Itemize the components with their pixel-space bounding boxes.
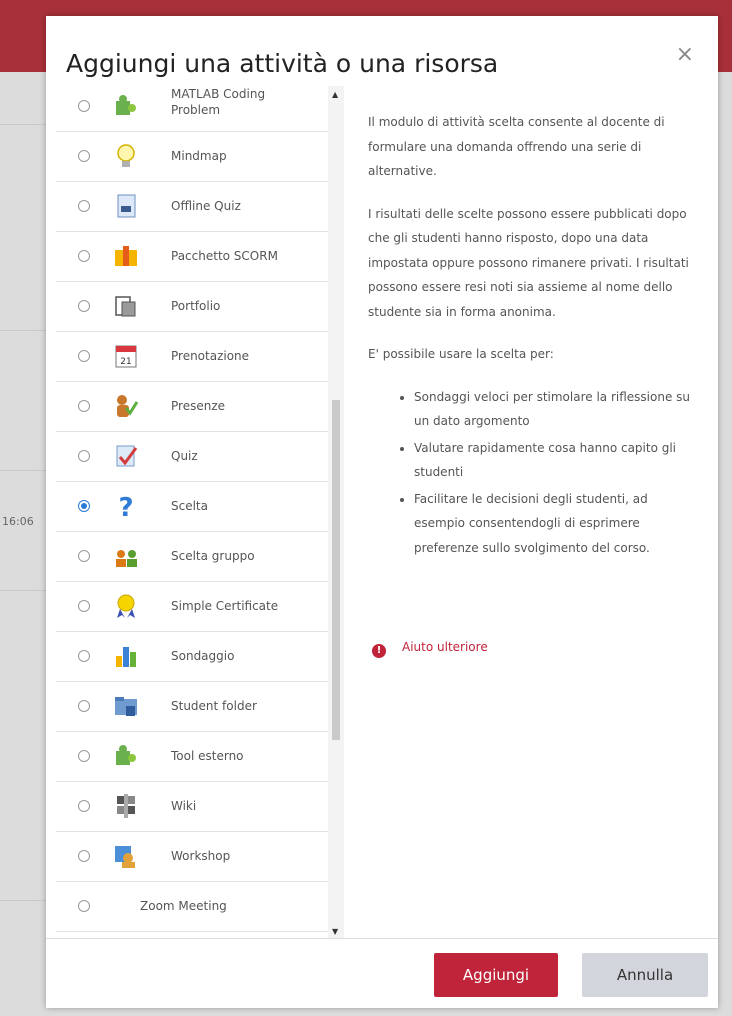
list-item-simple-certificate[interactable]: Simple Certificate	[56, 582, 334, 632]
radio-button[interactable]	[78, 750, 90, 762]
list-item-label: Portfolio	[171, 299, 221, 313]
background-divider	[0, 330, 48, 331]
svg-text:?: ?	[118, 493, 133, 520]
list-item-label: Scelta	[171, 499, 208, 513]
radio-button[interactable]	[78, 700, 90, 712]
help-link[interactable]: ! Aiuto ulteriore	[372, 640, 488, 658]
description-list: Sondaggi veloci per stimolare la rifless…	[368, 385, 698, 561]
info-icon: !	[372, 644, 386, 658]
list-item-label: Wiki	[171, 799, 197, 813]
radio-button[interactable]	[78, 600, 90, 612]
activity-chooser-modal: Aggiungi una attività o una risorsa × MA…	[46, 16, 718, 1008]
attendance-icon	[117, 395, 139, 417]
list-item-mindmap[interactable]: Mindmap	[56, 132, 334, 182]
list-item-label: Zoom Meeting	[140, 899, 227, 913]
description-bullet: Sondaggi veloci per stimolare la rifless…	[414, 385, 698, 434]
description-paragraph: I risultati delle scelte possono essere …	[368, 206, 689, 319]
modal-header: Aggiungi una attività o una risorsa ×	[46, 16, 718, 86]
list-item-label: Pacchetto SCORM	[171, 249, 278, 263]
bar-chart-icon	[116, 647, 136, 667]
radio-button[interactable]	[78, 650, 90, 662]
list-item-pacchetto-scorm[interactable]: Pacchetto SCORM	[56, 232, 334, 282]
description-bullet: Facilitare le decisioni degli studenti, …	[414, 487, 698, 561]
calendar-day: 21	[120, 357, 131, 367]
add-button[interactable]: Aggiungi	[434, 953, 558, 997]
description-paragraph: Il modulo di attività scelta consente al…	[368, 115, 665, 178]
puzzle-icon	[116, 745, 136, 765]
list-item-portfolio[interactable]: Portfolio	[56, 282, 334, 332]
workshop-icon	[115, 846, 135, 868]
list-item-student-folder[interactable]: Student folder	[56, 682, 334, 732]
radio-button[interactable]	[78, 150, 90, 162]
activity-list[interactable]: MATLAB Coding Problem Mindmap Offline Qu…	[56, 86, 344, 938]
list-item-label: MATLAB Coding Problem	[171, 87, 266, 117]
list-item-zoom-meeting[interactable]: Zoom Meeting	[56, 882, 334, 932]
list-item-label: Offline Quiz	[171, 199, 241, 213]
portfolio-icon	[115, 296, 136, 317]
list-item-tool-esterno[interactable]: Tool esterno	[56, 732, 334, 782]
radio-button[interactable]	[78, 450, 90, 462]
radio-button[interactable]	[78, 300, 90, 312]
checkmark-icon	[116, 445, 138, 467]
background-divider	[0, 590, 48, 591]
description-paragraph: E' possibile usare la scelta per:	[368, 347, 554, 361]
folder-icon	[115, 697, 137, 716]
radio-button[interactable]	[78, 800, 90, 812]
list-item-prenotazione[interactable]: 21 Prenotazione	[56, 332, 334, 382]
list-item-sondaggio[interactable]: Sondaggio	[56, 632, 334, 682]
wiki-icon	[117, 794, 135, 818]
lightbulb-icon	[117, 144, 135, 167]
package-icon	[115, 246, 137, 266]
group-icon	[116, 550, 137, 567]
list-item-wiki[interactable]: Wiki	[56, 782, 334, 832]
question-icon: ?	[118, 493, 133, 520]
list-item-quiz[interactable]: Quiz	[56, 432, 334, 482]
list-item-scelta[interactable]: ? Scelta	[56, 482, 334, 532]
radio-button[interactable]	[78, 200, 90, 212]
list-item-workshop[interactable]: Workshop	[56, 832, 334, 882]
background-divider	[0, 900, 48, 901]
list-item-label: Tool esterno	[171, 749, 244, 763]
list-scrollbar[interactable]: ▲ ▼	[328, 86, 344, 938]
list-item-label: Workshop	[171, 849, 231, 863]
activity-description: Il modulo di attività scelta consente al…	[368, 110, 698, 562]
cancel-button[interactable]: Annulla	[582, 953, 708, 997]
scroll-thumb[interactable]	[332, 400, 340, 740]
puzzle-icon	[116, 95, 136, 115]
calendar-icon: 21	[115, 345, 137, 368]
list-item-scelta-gruppo[interactable]: Scelta gruppo	[56, 532, 334, 582]
description-bullet: Valutare rapidamente cosa hanno capito g…	[414, 436, 698, 485]
list-item-label: Mindmap	[171, 149, 227, 163]
radio-button[interactable]	[78, 100, 90, 112]
background-divider	[0, 470, 48, 471]
list-item-label: Quiz	[171, 449, 198, 463]
radio-button-selected[interactable]	[78, 500, 90, 512]
background-divider	[0, 124, 48, 125]
radio-button[interactable]	[78, 250, 90, 262]
document-icon	[117, 194, 136, 218]
modal-footer: Aggiungi Annulla	[46, 938, 718, 1008]
radio-button[interactable]	[78, 550, 90, 562]
help-link-label[interactable]: Aiuto ulteriore	[402, 640, 488, 654]
list-item-offline-quiz[interactable]: Offline Quiz	[56, 182, 334, 232]
radio-button[interactable]	[78, 900, 90, 912]
list-item-matlab-coding-problem[interactable]: MATLAB Coding Problem	[56, 86, 334, 132]
list-item-label: Scelta gruppo	[171, 549, 255, 563]
radio-button[interactable]	[78, 400, 90, 412]
list-item-presenze[interactable]: Presenze	[56, 382, 334, 432]
certificate-icon	[117, 594, 135, 618]
close-button[interactable]: ×	[676, 42, 694, 67]
scroll-up-icon[interactable]: ▲	[332, 90, 338, 99]
list-item-label: Student folder	[171, 699, 257, 713]
radio-button[interactable]	[78, 850, 90, 862]
list-item-label: Simple Certificate	[171, 599, 279, 613]
list-item-label: Sondaggio	[171, 649, 235, 663]
modal-title: Aggiungi una attività o una risorsa	[66, 49, 499, 78]
background-time: 16:06	[2, 515, 34, 528]
radio-button[interactable]	[78, 350, 90, 362]
scroll-down-icon[interactable]: ▼	[332, 927, 338, 936]
list-item-label: Prenotazione	[171, 349, 250, 363]
list-item-label: Presenze	[171, 399, 225, 413]
